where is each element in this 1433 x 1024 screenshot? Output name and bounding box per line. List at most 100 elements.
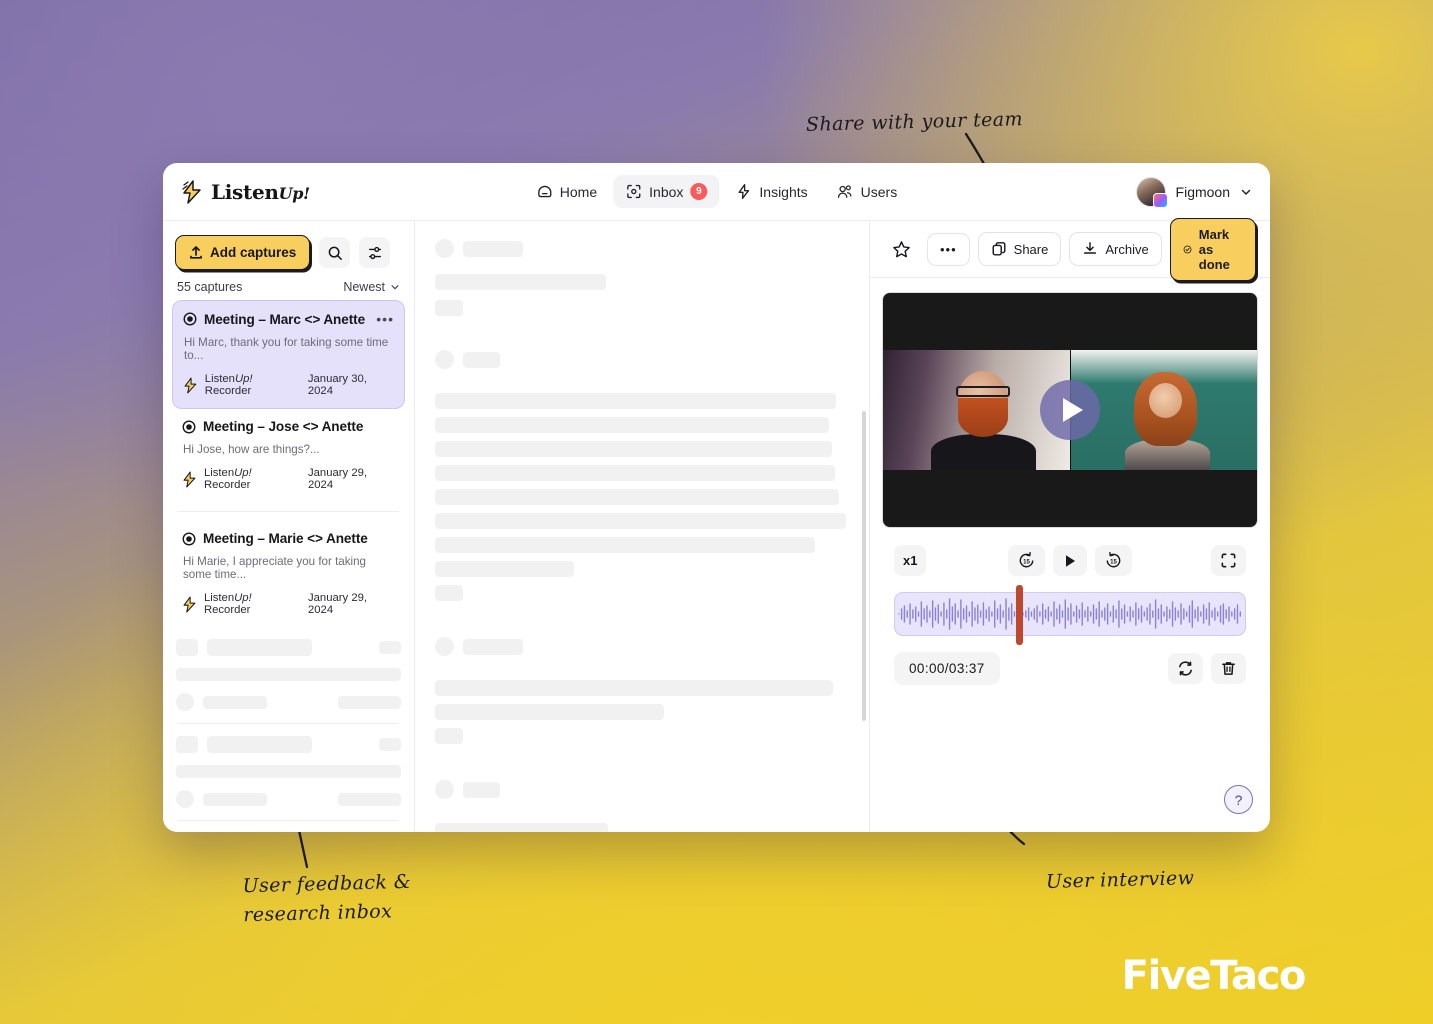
forward-15-icon: 15 — [1106, 551, 1121, 568]
archive-icon — [1084, 242, 1097, 254]
sort-dropdown[interactable]: Newest — [343, 280, 400, 294]
play-icon — [1062, 398, 1083, 422]
help-button[interactable]: ? — [1224, 785, 1253, 814]
play-overlay-button[interactable] — [1040, 380, 1100, 440]
audio-waveform[interactable] — [894, 585, 1246, 645]
skeleton-avatar — [435, 350, 454, 369]
transcript-scrollbar[interactable] — [862, 411, 866, 721]
fullscreen-button[interactable] — [1211, 545, 1246, 576]
skeleton-block — [435, 823, 608, 832]
skeleton-block — [463, 351, 500, 368]
add-captures-button[interactable]: Add captures — [175, 235, 311, 270]
filter-button[interactable] — [359, 237, 391, 268]
record-icon — [182, 532, 196, 545]
skeleton-block — [435, 561, 574, 577]
star-icon — [893, 240, 910, 257]
list-divider — [178, 820, 399, 821]
watermark: FiveTaco — [1121, 953, 1307, 999]
inbox-badge: 9 — [690, 183, 708, 200]
skeleton-block — [176, 736, 198, 753]
skeleton-block — [435, 728, 463, 744]
search-icon — [328, 246, 342, 260]
capture-snippet: Hi Marie, I appreciate you for taking so… — [183, 555, 367, 581]
brand-name: ListenUp! — [211, 179, 310, 204]
capture-date: January 29, 2024 — [307, 592, 368, 616]
skeleton-block — [435, 274, 606, 290]
fullscreen-icon — [1221, 553, 1236, 568]
transcript-speaker-row — [435, 239, 845, 258]
sort-label: Newest — [343, 280, 385, 294]
app-body: Add captures 55 captures Newest Meeting … — [163, 217, 1270, 832]
skeleton-block — [463, 781, 500, 798]
capture-source: ListenUp! Recorder — [203, 592, 252, 616]
skeleton-avatar — [435, 780, 454, 799]
rewind-15-button[interactable]: 15 — [1008, 545, 1045, 576]
svg-text:15: 15 — [1110, 559, 1117, 566]
player-controls: x1 15 15 — [882, 528, 1258, 576]
transcript-panel[interactable] — [415, 221, 870, 832]
media-player: x1 15 15 00:00/03:37 — [870, 278, 1270, 685]
nav-item-inbox[interactable]: Inbox 9 — [613, 175, 720, 208]
profile-menu[interactable]: Figmoon — [1135, 176, 1252, 208]
transcript-speaker-row — [435, 637, 845, 656]
list-item — [176, 639, 401, 656]
nav-label-insights: Insights — [759, 183, 808, 200]
transcript-speaker-row — [435, 780, 845, 799]
skeleton-block — [435, 537, 815, 553]
star-button[interactable] — [884, 231, 919, 267]
skeleton-avatar — [435, 239, 454, 258]
sliders-icon — [368, 246, 381, 259]
skeleton-block — [338, 695, 401, 709]
waveform-graphic — [898, 598, 1242, 630]
lightning-bolt-icon — [184, 377, 197, 393]
video-preview[interactable] — [882, 292, 1258, 528]
skeleton-block — [435, 300, 463, 316]
list-item[interactable]: Meeting – Jose <> Anette Hi Jose, how ar… — [172, 409, 405, 502]
scan-icon — [627, 184, 641, 199]
share-button[interactable]: Share — [977, 232, 1062, 266]
skeleton-block — [435, 393, 836, 409]
participant-left-body — [931, 433, 1036, 470]
capture-snippet: Hi Marc, thank you for taking some time … — [184, 336, 389, 362]
skeleton-block — [435, 489, 839, 505]
search-button[interactable] — [319, 237, 351, 268]
delete-button[interactable] — [1211, 653, 1246, 684]
skeleton-avatar — [435, 637, 454, 656]
nav-item-users[interactable]: Users — [824, 175, 910, 208]
reprocess-button[interactable] — [1168, 653, 1203, 684]
list-item[interactable]: Meeting – Marc <> Anette ••• Hi Marc, th… — [172, 300, 405, 409]
list-item[interactable]: Meeting – Marie <> Anette Hi Marie, I ap… — [172, 521, 405, 627]
playhead-handle[interactable] — [1016, 585, 1023, 645]
refresh-icon — [1179, 661, 1192, 676]
lightning-bolt-icon — [182, 179, 201, 204]
forward-15-button[interactable]: 15 — [1095, 545, 1132, 576]
nav-links: Home Inbox 9 Insights Users — [524, 175, 909, 208]
list-item — [176, 693, 401, 711]
capture-title: Meeting – Marie <> Anette — [203, 531, 368, 546]
list-divider — [178, 723, 399, 724]
nav-item-insights[interactable]: Insights — [723, 175, 819, 208]
nav-item-home[interactable]: Home — [524, 175, 609, 208]
clip-actions — [1168, 653, 1246, 684]
capture-header: Meeting – Marie <> Anette — [182, 531, 395, 546]
skeleton-block — [435, 441, 832, 457]
captures-scroll-area[interactable]: Meeting – Marc <> Anette ••• Hi Marc, th… — [163, 300, 414, 832]
capture-title: Meeting – Marc <> Anette — [204, 311, 366, 327]
brand-logo[interactable]: ListenUp! — [181, 180, 310, 204]
capture-header: Meeting – Jose <> Anette — [182, 419, 395, 434]
capture-more-icon[interactable]: ••• — [376, 311, 394, 327]
svg-text:15: 15 — [1023, 559, 1030, 566]
users-icon — [838, 185, 852, 198]
playback-speed-button[interactable]: x1 — [894, 545, 927, 576]
record-icon — [183, 312, 197, 326]
mark-as-done-label: Mark as done — [1198, 226, 1230, 272]
play-button[interactable] — [1053, 545, 1087, 576]
skeleton-block — [435, 704, 664, 720]
nav-label-users: Users — [860, 183, 898, 200]
avatar — [1135, 176, 1168, 208]
record-icon — [182, 420, 196, 433]
more-options-button[interactable]: ••• — [927, 232, 970, 266]
archive-button[interactable]: Archive — [1069, 232, 1162, 266]
capture-footer: ListenUp! Recorder January 30, 2024 — [183, 373, 394, 397]
mark-as-done-button[interactable]: Mark as done — [1169, 217, 1256, 281]
